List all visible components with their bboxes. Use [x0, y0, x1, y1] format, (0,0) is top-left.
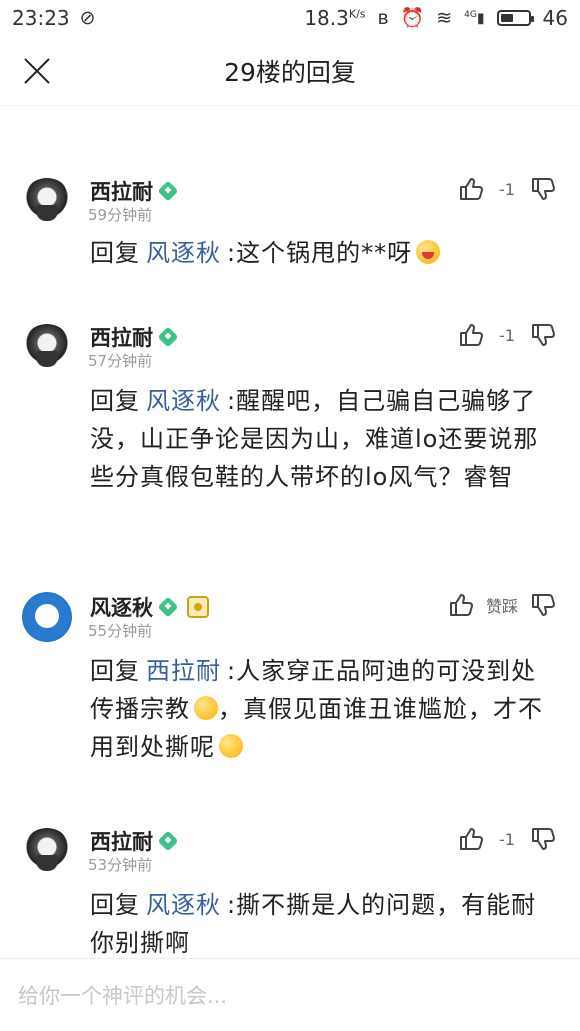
reply-list[interactable]: 西拉耐 59分钟前 -1 回复 风逐秋:这个锅甩的**呀 西拉耐 57分钟前 -1… — [0, 106, 580, 958]
avatar[interactable] — [22, 828, 72, 878]
verified-gem-icon — [157, 596, 179, 618]
mention-link[interactable]: 风逐秋 — [146, 891, 221, 919]
list-item: 风逐秋 55分钟前 赞踩 回复 西拉耐:人家穿正品阿迪的可没到处传播宗教 ，真假见面… — [0, 580, 580, 780]
username[interactable]: 西拉耐 — [90, 322, 179, 352]
mention-link[interactable]: 风逐秋 — [146, 387, 221, 415]
verified-gem-icon — [157, 326, 179, 348]
thumbs-down-icon[interactable] — [530, 826, 556, 852]
vote-actions: -1 — [458, 826, 556, 852]
list-item: 西拉耐 53分钟前 -1 回复 风逐秋:撕不撕是人的问题，有能耐你别撕啊 — [0, 814, 580, 958]
network-speed: 18.3K/s — [304, 6, 366, 30]
username[interactable]: 风逐秋 — [90, 592, 209, 622]
thumbs-up-icon[interactable] — [458, 322, 484, 348]
alarm-icon: ⏰ — [400, 6, 425, 29]
avatar[interactable] — [22, 324, 72, 374]
battery-icon — [496, 10, 534, 26]
reply-text: 回复 风逐秋:醒醒吧，自己骗自己骗够了没，山正争论是因为山，难道lo还要说那些分真… — [90, 387, 539, 491]
thumbs-down-icon[interactable] — [530, 592, 556, 618]
verified-gem-icon — [157, 830, 179, 852]
close-icon[interactable] — [22, 56, 52, 86]
username[interactable]: 西拉耐 — [90, 176, 179, 206]
netease-icon: ⊘ — [79, 6, 96, 29]
status-bar: 23:23 ⊘ 18.3K/s ʙ ⏰ ≋ 4G▮ 46 — [0, 0, 580, 36]
clock: 23:23 — [12, 6, 70, 30]
timestamp: 53分钟前 — [88, 856, 153, 874]
thumbs-up-icon[interactable] — [458, 176, 484, 202]
verified-gem-icon — [157, 180, 179, 202]
comment-input[interactable] — [18, 977, 562, 1015]
list-item: 西拉耐 57分钟前 -1 回复 风逐秋:醒醒吧，自己骗自己骗够了没，山正争论是因为… — [0, 310, 580, 540]
battery-level: 46 — [542, 6, 568, 30]
vote-actions: -1 — [458, 322, 556, 348]
emoji-icon — [416, 240, 441, 264]
thumbs-up-icon[interactable] — [448, 592, 474, 618]
timestamp: 59分钟前 — [88, 206, 153, 224]
timestamp: 55分钟前 — [88, 622, 153, 640]
mention-link[interactable]: 风逐秋 — [146, 239, 221, 267]
list-item: 西拉耐 59分钟前 -1 回复 风逐秋:这个锅甩的**呀 — [0, 164, 580, 274]
avatar[interactable] — [22, 592, 72, 642]
emoji-icon — [194, 696, 218, 720]
vote-actions: -1 — [458, 176, 556, 202]
username[interactable]: 西拉耐 — [90, 826, 179, 856]
level-badge-icon — [187, 596, 209, 618]
comment-composer — [0, 958, 580, 1031]
timestamp: 57分钟前 — [88, 352, 153, 370]
thumbs-down-icon[interactable] — [530, 176, 556, 202]
vote-actions: 赞踩 — [448, 592, 556, 618]
avatar[interactable] — [22, 178, 72, 228]
reply-text: 回复 风逐秋:这个锅甩的**呀 — [90, 234, 560, 272]
vote-count: -1 — [499, 325, 515, 345]
vote-label: 赞踩 — [485, 597, 518, 616]
signal-icon: 4G▮ — [464, 9, 485, 27]
reply-text: 回复 风逐秋:撕不撕是人的问题，有能耐你别撕啊 — [90, 891, 537, 957]
emoji-icon — [219, 734, 243, 758]
top-bar: 29楼的回复 — [0, 36, 580, 106]
mention-link[interactable]: 西拉耐 — [146, 657, 221, 685]
reply-text: 回复 西拉耐:人家穿正品阿迪的可没到处传播宗教 ，真假见面谁丑谁尴尬，才不用到处撕呢 — [90, 657, 543, 761]
bluetooth-icon: ʙ — [377, 6, 389, 29]
vote-count: -1 — [499, 179, 515, 199]
vote-count: -1 — [499, 829, 515, 849]
wifi-icon: ≋ — [436, 6, 453, 29]
thumbs-down-icon[interactable] — [530, 322, 556, 348]
thumbs-up-icon[interactable] — [458, 826, 484, 852]
page-title: 29楼的回复 — [224, 57, 356, 87]
